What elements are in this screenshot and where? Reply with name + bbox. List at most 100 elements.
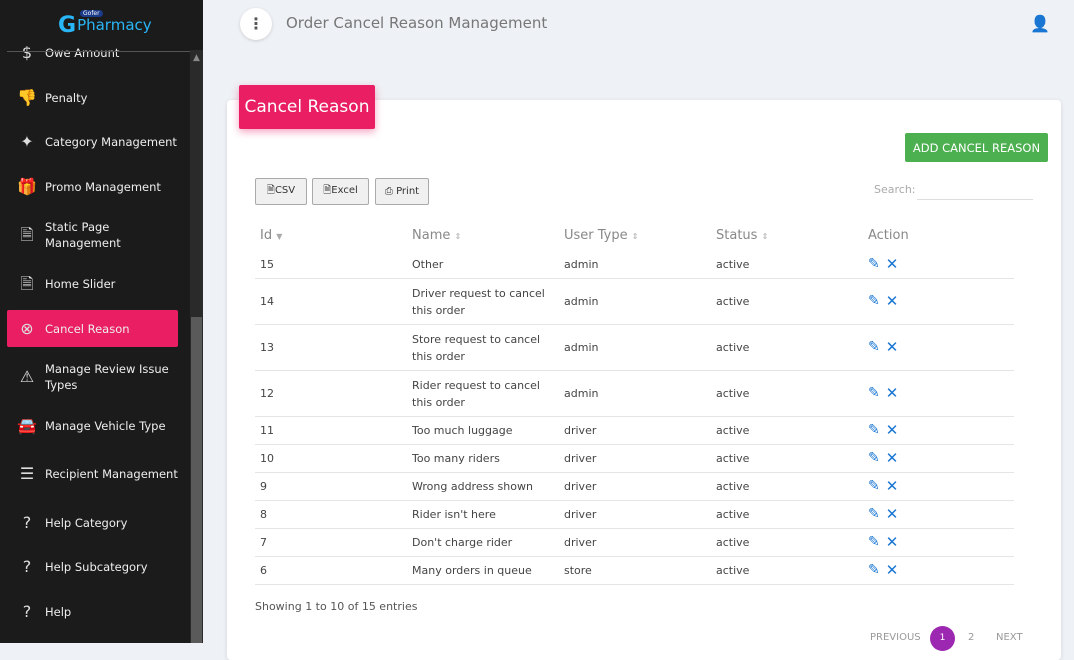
delete-icon[interactable]: ✕	[886, 562, 899, 579]
sort-desc-icon: ▼	[276, 232, 283, 241]
sidebar-item-label: Category Management	[45, 135, 177, 149]
column-header-id[interactable]: Id ▼	[260, 228, 282, 243]
delete-icon[interactable]: ✕	[886, 293, 899, 310]
cell-user-type: admin	[564, 387, 599, 400]
cell-user-type: admin	[564, 341, 599, 354]
delete-icon[interactable]: ✕	[886, 256, 899, 273]
delete-icon[interactable]: ✕	[886, 385, 899, 402]
table-row: 7 Don't charge rider driver active ✎ ✕	[255, 529, 1014, 557]
edit-icon[interactable]: ✎	[868, 478, 880, 495]
sidebar-item-label: Static Page Management	[45, 220, 121, 250]
scroll-up-icon[interactable]: ▲	[193, 53, 200, 63]
sidebar-item-category-management[interactable]: ✦ Category Management	[7, 128, 178, 156]
sidebar-item-label: Recipient Management	[45, 467, 178, 481]
edit-icon[interactable]: ✎	[868, 339, 880, 356]
sidebar-item-penalty[interactable]: 👎 Penalty	[7, 84, 178, 112]
divider	[557, 473, 559, 500]
column-header-user-type[interactable]: User Type ⇕	[564, 228, 638, 243]
cell-id: 13	[260, 341, 274, 354]
sidebar-item-manage-vehicle-type[interactable]: 🚘 Manage Vehicle Type	[7, 412, 178, 440]
column-header-name[interactable]: Name ⇕	[412, 228, 461, 243]
sidebar-item-label: Cancel Reason	[45, 321, 130, 336]
edit-icon[interactable]: ✎	[868, 422, 880, 439]
cell-user-type: driver	[564, 508, 597, 521]
sidebar-item-promo-management[interactable]: 🎁 Promo Management	[7, 173, 178, 201]
sidebar-item-label: Help Subcategory	[45, 560, 148, 574]
divider	[709, 371, 711, 416]
sidebar-item-manage-review-issue-types[interactable]: ⚠ Manage Review Issue Types	[7, 357, 178, 397]
page-2-button[interactable]: 2	[968, 632, 974, 643]
csv-button[interactable]: 🗎CSV	[255, 178, 307, 205]
sidebar-item-label: Manage Vehicle Type	[45, 419, 166, 433]
sidebar-item-recipient-management[interactable]: ☰ Recipient Management	[7, 454, 178, 494]
divider	[405, 279, 407, 324]
logo[interactable]: G Gofer Pharmacy	[58, 10, 152, 38]
add-cancel-reason-button[interactable]: ADD CANCEL REASON	[905, 133, 1048, 162]
cell-action: ✎ ✕	[868, 251, 898, 278]
delete-icon[interactable]: ✕	[886, 506, 899, 523]
edit-icon[interactable]: ✎	[868, 385, 880, 402]
divider	[709, 325, 711, 370]
edit-icon[interactable]: ✎	[868, 506, 880, 523]
divider	[557, 417, 559, 444]
document-icon: 🗎	[20, 274, 34, 293]
divider	[405, 445, 407, 472]
sidebar-item-label: Manage Review Issue Types	[45, 362, 169, 392]
cell-name: Other	[412, 258, 444, 271]
divider	[557, 557, 559, 584]
cell-status: active	[716, 508, 750, 521]
sidebar-item-help-category[interactable]: ? Help Category	[7, 509, 178, 537]
help-icon: ?	[22, 602, 32, 621]
table-row: 13 Store request to cancel this order admi…	[255, 325, 1014, 371]
delete-icon[interactable]: ✕	[886, 422, 899, 439]
delete-icon[interactable]: ✕	[886, 534, 899, 551]
cell-name: Wrong address shown	[412, 480, 533, 493]
dollar-icon: $	[21, 43, 33, 62]
next-button[interactable]: NEXT	[996, 632, 1023, 643]
edit-icon[interactable]: ✎	[868, 534, 880, 551]
cell-user-type: admin	[564, 258, 599, 271]
edit-icon[interactable]: ✎	[868, 562, 880, 579]
cell-action: ✎ ✕	[868, 325, 898, 370]
delete-icon[interactable]: ✕	[886, 339, 899, 356]
sidebar-item-cancel-reason[interactable]: ⊗ Cancel Reason	[7, 310, 178, 347]
cell-action: ✎ ✕	[868, 529, 898, 556]
sidebar-item-owe-amount[interactable]: $ Owe Amount	[7, 40, 178, 66]
edit-icon[interactable]: ✎	[868, 256, 880, 273]
column-header-action: Action	[868, 228, 909, 243]
sidebar-item-help-subcategory[interactable]: ? Help Subcategory	[7, 553, 178, 581]
table-row: 9 Wrong address shown driver active ✎ ✕	[255, 473, 1014, 501]
search-input[interactable]	[917, 178, 1033, 200]
car-icon: 🚘	[17, 416, 37, 435]
divider	[861, 325, 863, 370]
page-1-button[interactable]: 1	[930, 626, 955, 651]
table-row: 10 Too many riders driver active ✎ ✕	[255, 445, 1014, 473]
delete-icon[interactable]: ✕	[886, 450, 899, 467]
sidebar-item-label: Help	[45, 605, 72, 619]
sidebar-item-label: Help Category	[45, 516, 128, 530]
edit-icon[interactable]: ✎	[868, 450, 880, 467]
sidebar-item-help[interactable]: ? Help	[7, 598, 178, 626]
sort-icon: ⇕	[761, 232, 769, 241]
menu-toggle-button[interactable]: ⋮	[240, 8, 272, 40]
excel-button[interactable]: 🗎Excel	[312, 178, 369, 205]
divider	[861, 279, 863, 324]
column-header-status[interactable]: Status ⇕	[716, 228, 768, 243]
cell-name: Store request to cancel this order	[412, 332, 541, 363]
cell-action: ✎ ✕	[868, 501, 898, 528]
scrollbar-thumb[interactable]	[191, 317, 202, 643]
cell-user-type: driver	[564, 424, 597, 437]
cell-action: ✎ ✕	[868, 417, 898, 444]
print-button[interactable]: ⎙ Print	[375, 178, 429, 205]
user-icon[interactable]: 👤	[1030, 14, 1050, 33]
sidebar-item-static-page-management[interactable]: 🗎 Static Page Management	[7, 215, 178, 255]
edit-icon[interactable]: ✎	[868, 293, 880, 310]
category-icon: ✦	[20, 132, 34, 151]
divider	[709, 417, 711, 444]
divider	[7, 51, 190, 52]
previous-button[interactable]: PREVIOUS	[870, 632, 921, 643]
divider	[405, 557, 407, 584]
divider	[557, 371, 559, 416]
delete-icon[interactable]: ✕	[886, 478, 899, 495]
sidebar-item-home-slider[interactable]: 🗎 Home Slider	[7, 270, 178, 298]
